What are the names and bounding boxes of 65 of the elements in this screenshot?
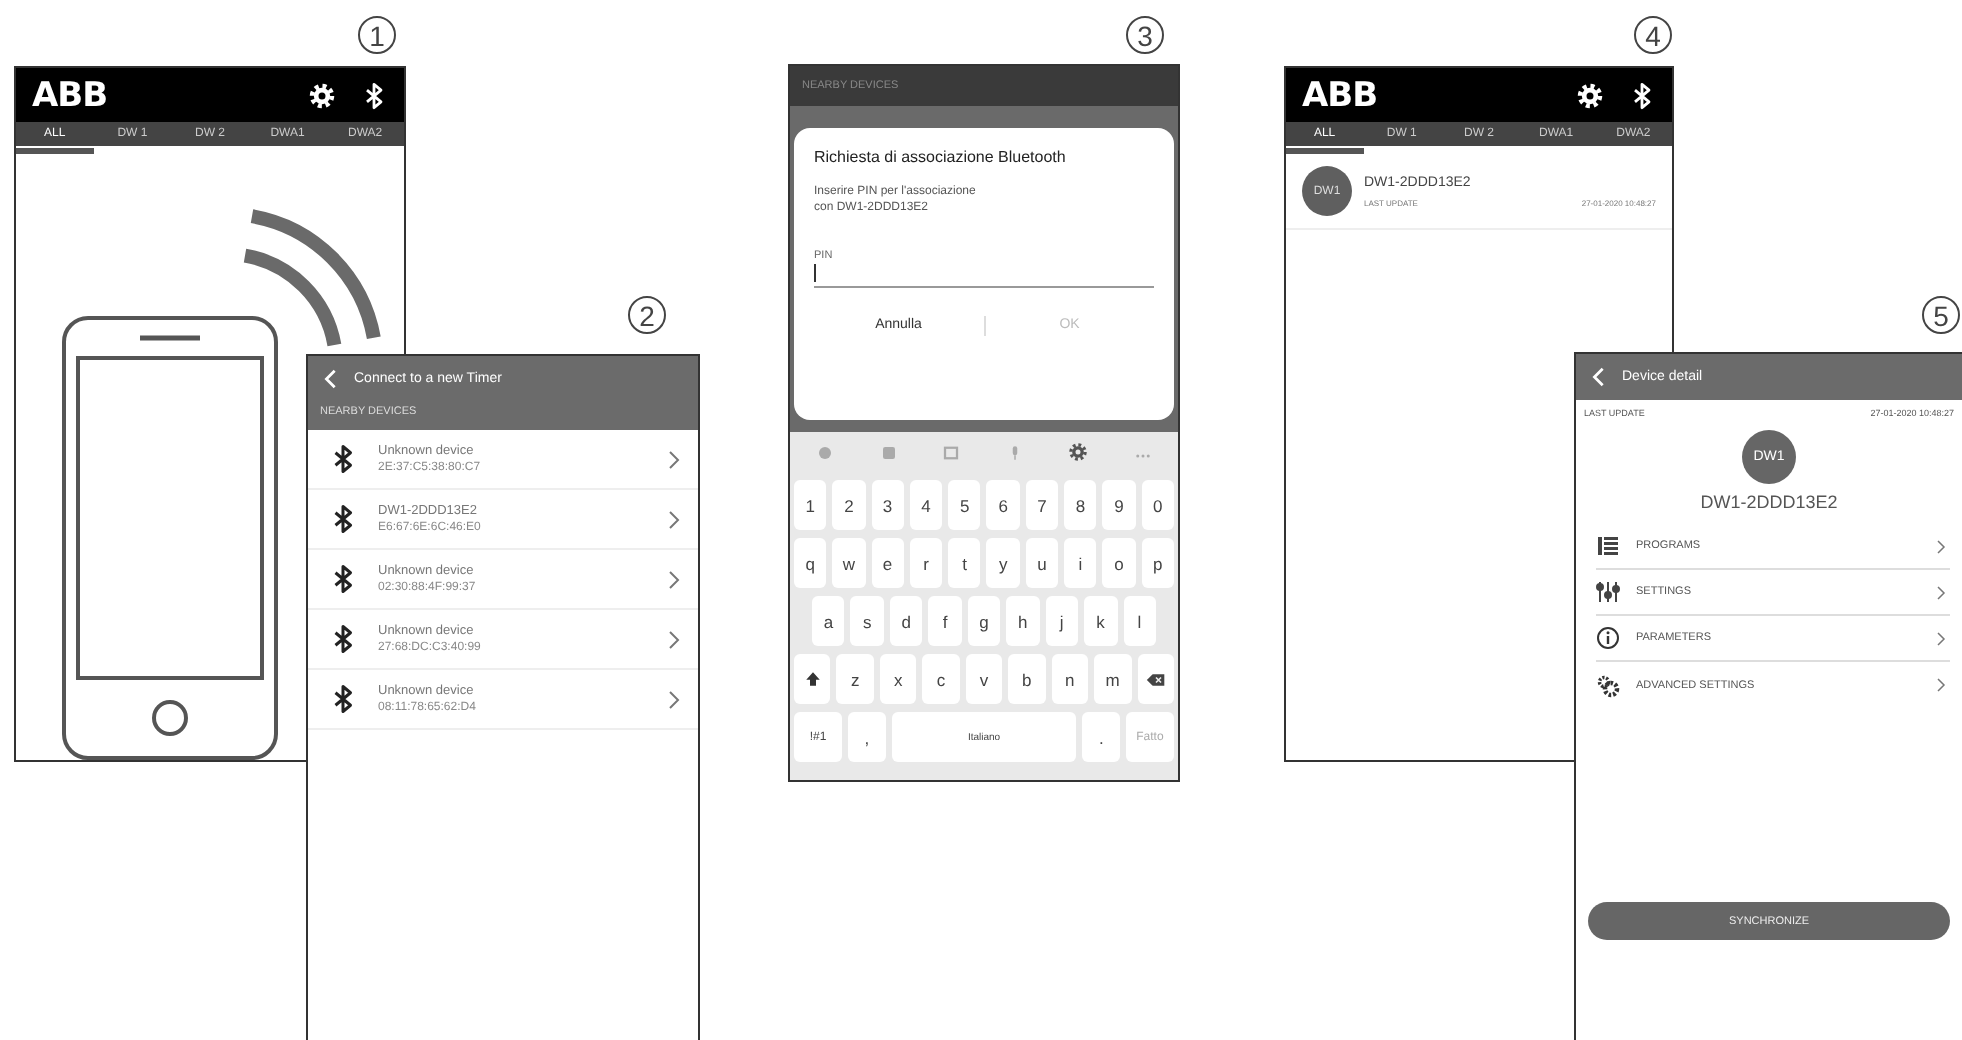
chevron-right-icon — [1932, 583, 1950, 601]
key[interactable]: , — [848, 712, 886, 762]
key[interactable]: b — [1008, 654, 1046, 704]
step-number: 3 — [1126, 16, 1164, 54]
smartphone-icon — [62, 316, 278, 760]
pin-field[interactable] — [814, 261, 1154, 288]
key[interactable]: e — [871, 538, 904, 588]
bluetooth-icon[interactable] — [360, 81, 388, 109]
gears-icon — [1596, 673, 1620, 697]
key[interactable]: t — [948, 538, 981, 588]
key[interactable]: x — [879, 654, 917, 704]
key[interactable]: 0 — [1141, 480, 1174, 530]
key[interactable]: q — [794, 538, 827, 588]
key[interactable]: h — [1006, 596, 1040, 646]
key[interactable]: 6 — [986, 480, 1020, 530]
key[interactable]: u — [1025, 538, 1059, 588]
key[interactable]: 8 — [1064, 480, 1097, 530]
key[interactable]: . — [1082, 712, 1120, 762]
key[interactable]: m — [1094, 654, 1131, 704]
key[interactable]: a — [812, 596, 845, 646]
logo: ABB — [1302, 75, 1378, 115]
logo: ABB — [32, 75, 108, 115]
key[interactable]: 2 — [832, 480, 866, 530]
backspace-key[interactable] — [1137, 654, 1174, 704]
chevron-right-icon — [1932, 537, 1950, 555]
key[interactable]: 1 — [794, 480, 827, 530]
key[interactable]: n — [1051, 654, 1089, 704]
key[interactable]: i — [1064, 538, 1097, 588]
key[interactable]: w — [832, 538, 866, 588]
step-number: 4 — [1634, 16, 1672, 54]
text-cursor — [814, 264, 816, 283]
dialog-title: Richiesta di associazione Bluetooth — [814, 148, 1068, 166]
key[interactable]: 5 — [948, 480, 981, 530]
step-number: 2 — [628, 296, 666, 334]
key[interactable]: o — [1102, 538, 1136, 588]
key[interactable]: z — [836, 654, 874, 704]
list-icon — [1596, 534, 1620, 558]
settings-icon[interactable] — [1068, 442, 1089, 462]
key[interactable]: s — [850, 596, 884, 646]
key[interactable]: 3 — [871, 480, 904, 530]
device-name: DW1-2DDD13E2 — [1700, 492, 1838, 512]
key[interactable]: 9 — [1102, 480, 1136, 530]
key[interactable]: v — [965, 654, 1003, 704]
key[interactable]: f — [928, 596, 962, 646]
key[interactable]: d — [889, 596, 923, 646]
arrow-up-icon — [803, 670, 822, 688]
key[interactable]: p — [1141, 538, 1174, 588]
backspace-icon — [1145, 669, 1166, 689]
key[interactable]: l — [1123, 596, 1156, 646]
info-icon — [1596, 626, 1620, 650]
bluetooth-icon[interactable] — [1628, 81, 1656, 109]
chevron-right-icon — [1932, 676, 1950, 694]
key[interactable]: j — [1045, 596, 1079, 646]
sliders-icon — [1596, 580, 1620, 604]
shift-key[interactable] — [794, 654, 831, 704]
step-number: 5 — [1922, 296, 1960, 334]
key[interactable]: 4 — [909, 480, 943, 530]
key[interactable]: 7 — [1025, 480, 1059, 530]
key[interactable]: y — [986, 538, 1020, 588]
chevron-right-icon — [1932, 629, 1950, 647]
key[interactable]: c — [922, 654, 960, 704]
key[interactable]: r — [909, 538, 943, 588]
key[interactable]: k — [1084, 596, 1117, 646]
step-number: 1 — [358, 16, 396, 54]
key[interactable]: g — [967, 596, 1001, 646]
